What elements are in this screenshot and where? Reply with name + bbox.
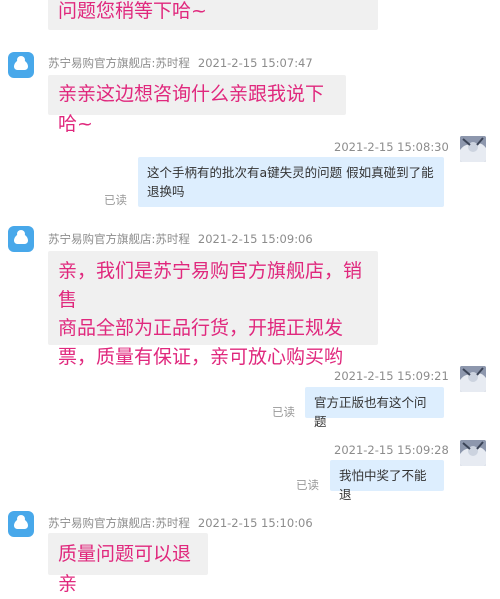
read-status: 已读 bbox=[296, 478, 319, 492]
message-bubble-user: 官方正版也有这个问题 bbox=[305, 387, 444, 429]
agent-avatar-icon bbox=[8, 511, 34, 537]
message-bubble-agent: 亲，我们是苏宁易购官方旗舰店，销售 商品全部为正品行货，开据正规发 票，质量有保… bbox=[48, 251, 378, 368]
message-timestamp: 2021-2-15 15:07:47 bbox=[197, 56, 313, 70]
message-text: 我怕中奖了不能退 bbox=[339, 468, 427, 502]
message-bubble-agent: 质量问题可以退亲 bbox=[48, 533, 208, 595]
message-bubble-user: 我怕中奖了不能退 bbox=[330, 460, 444, 502]
message-bubble-agent: 亲亲这边想咨询什么亲跟我说下哈~ bbox=[48, 75, 346, 135]
message-text-line: 退换吗 bbox=[147, 184, 185, 199]
message-timestamp: 2021-2-15 15:10:06 bbox=[197, 516, 313, 530]
sender-name: 苏宁易购官方旗舰店:苏时程 bbox=[48, 232, 190, 246]
message-timestamp: 2021-2-15 15:09:21 bbox=[334, 369, 449, 383]
message-sender: 苏宁易购官方旗舰店:苏时程 2021-2-15 15:10:06 bbox=[48, 515, 313, 531]
message-text: 亲亲这边想咨询什么亲跟我说下哈~ bbox=[58, 83, 325, 135]
message-sender: 苏宁易购官方旗舰店:苏时程 2021-2-15 15:07:47 bbox=[48, 55, 313, 71]
sender-name: 苏宁易购官方旗舰店:苏时程 bbox=[48, 516, 190, 530]
user-avatar-icon bbox=[460, 440, 486, 466]
message-text-line: 票，质量有保证，亲可放心购买哟 bbox=[58, 345, 344, 368]
message-timestamp: 2021-2-15 15:09:28 bbox=[334, 443, 449, 457]
message-timestamp: 2021-2-15 15:09:06 bbox=[197, 232, 313, 246]
user-avatar-icon bbox=[460, 136, 486, 162]
message-text: 质量问题可以退亲 bbox=[58, 543, 192, 595]
message-bubble-user: 这个手柄有的批次有a键失灵的问题 假如真碰到了能 退换吗 bbox=[138, 157, 444, 207]
read-status: 已读 bbox=[104, 193, 127, 207]
message-bubble-agent: 问题您稍等下哈~ bbox=[48, 0, 378, 30]
message-text-line: 商品全部为正品行货，开据正规发 bbox=[58, 317, 344, 339]
sender-name: 苏宁易购官方旗舰店:苏时程 bbox=[48, 56, 190, 70]
message-text-line: 亲，我们是苏宁易购官方旗舰店，销售 bbox=[58, 260, 363, 311]
read-status: 已读 bbox=[272, 405, 295, 419]
message-text: 官方正版也有这个问题 bbox=[314, 395, 427, 429]
message-text: 问题您稍等下哈~ bbox=[58, 0, 207, 22]
message-sender: 苏宁易购官方旗舰店:苏时程 2021-2-15 15:09:06 bbox=[48, 231, 313, 247]
message-timestamp: 2021-2-15 15:08:30 bbox=[334, 140, 449, 154]
user-avatar-icon bbox=[460, 366, 486, 392]
message-text-line: 这个手柄有的批次有a键失灵的问题 假如真碰到了能 bbox=[147, 165, 434, 180]
agent-avatar-icon bbox=[8, 52, 34, 78]
agent-avatar-icon bbox=[8, 226, 34, 252]
